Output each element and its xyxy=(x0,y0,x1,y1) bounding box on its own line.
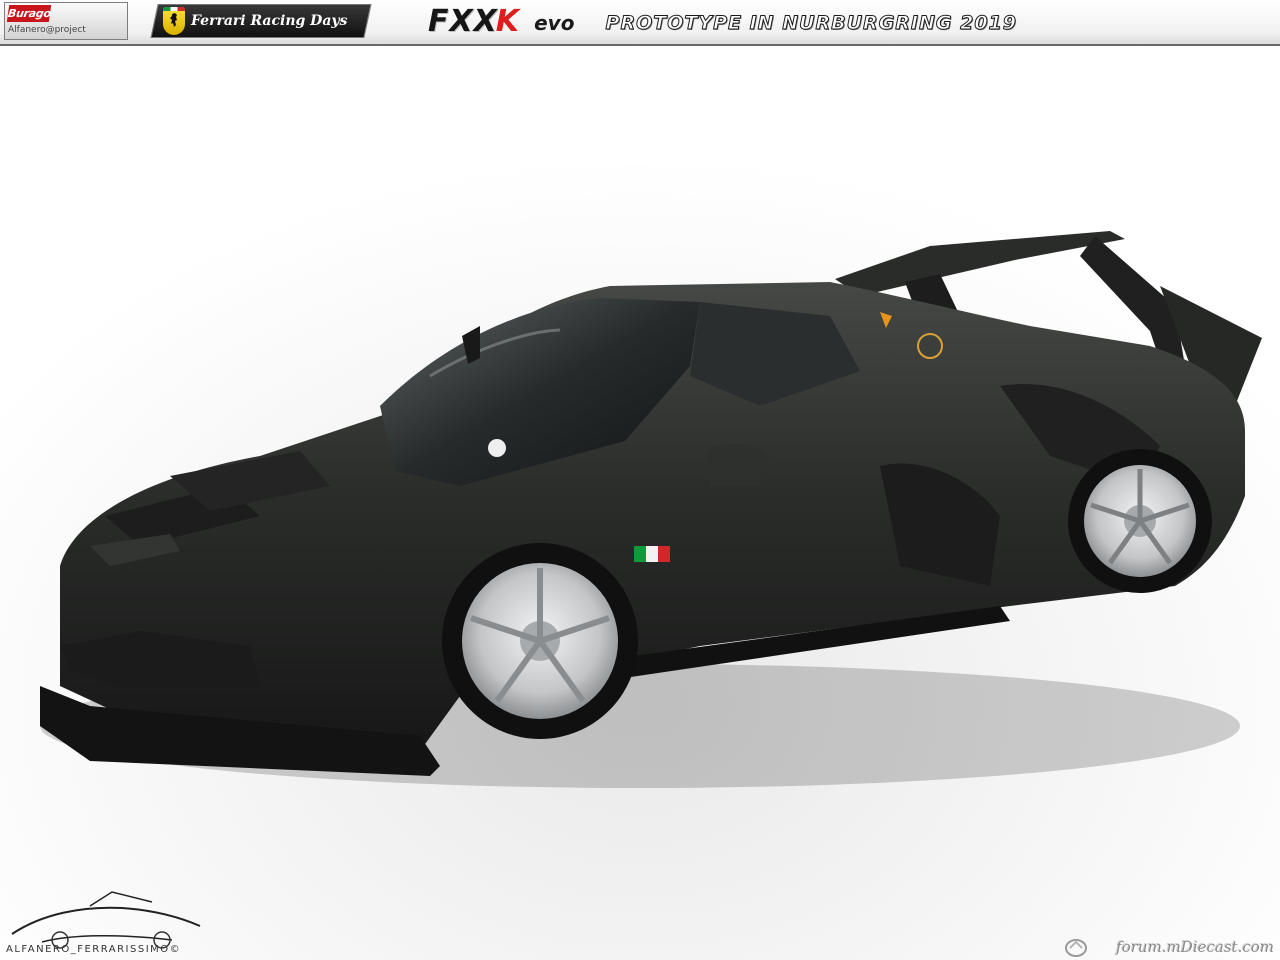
model-name: FXX xyxy=(428,4,498,39)
car-photo xyxy=(0,46,1280,960)
ferrari-shield-icon xyxy=(163,7,185,35)
ferrari-racing-days-badge: Ferrari Racing Days xyxy=(150,4,372,38)
header-bar: Burago Alfanero@project Ferrari Racing D… xyxy=(0,0,1280,46)
model-letter: K xyxy=(495,4,520,39)
page-subtitle: PROTOTYPE IN NURBURGRING 2019 xyxy=(605,12,1017,35)
title-line: FXXK evo PROTOTYPE IN NURBURGRING 2019 xyxy=(428,2,1017,42)
watermark-icon xyxy=(1065,939,1087,957)
model-variant: evo xyxy=(534,11,575,35)
badge-label: Ferrari Racing Days xyxy=(191,13,348,29)
bburago-logo: Burago xyxy=(6,5,52,22)
signature-text: ALFANERO_FERRARISSIMO© xyxy=(6,944,182,955)
watermark-text: forum.mDiecast.com xyxy=(1116,938,1274,956)
bburago-badge: Burago Alfanero@project xyxy=(4,2,128,40)
bburago-subtext: Alfanero@project xyxy=(8,25,86,35)
